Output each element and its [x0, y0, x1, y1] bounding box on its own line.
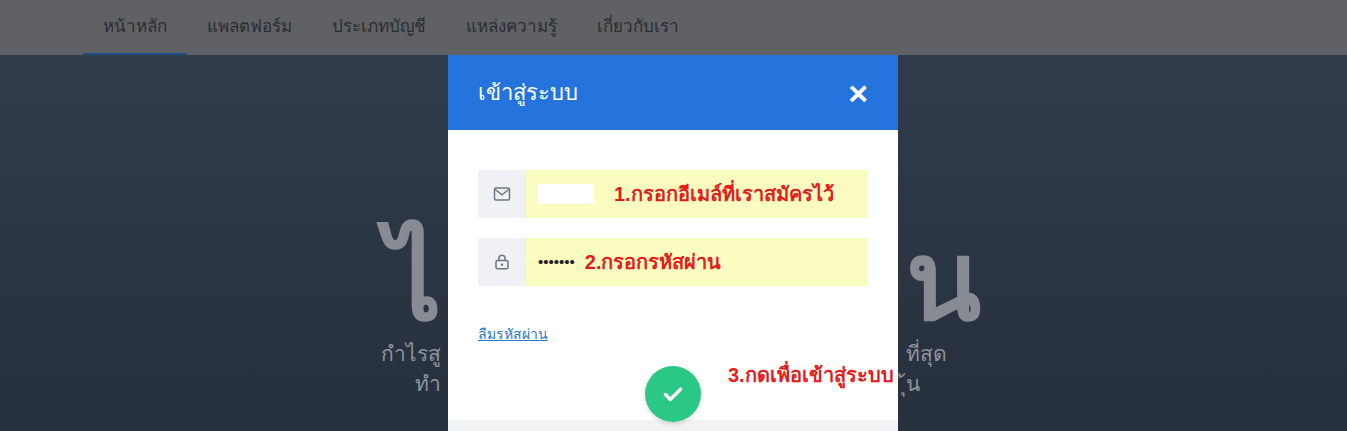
submit-wrap: 3.กดเพื่อเข้าสู่ระบบ	[645, 366, 701, 422]
modal-body: 1.กรอกอีเมล์ที่เราสมัครไว้ ••••••• 2.กรอกร…	[448, 130, 898, 420]
hero-line-right: ที่สุด	[906, 339, 1347, 369]
top-nav: หน้าหลักแพลตฟอร์มประเภทบัญชีแหล่งความรู้…	[0, 0, 1347, 55]
hero-line-left: ทำ	[0, 369, 441, 399]
password-field[interactable]: ••••••• 2.กรอกรหัสผ่าน	[478, 238, 868, 286]
page: หน้าหลักแพลตฟอร์มประเภทบัญชีแหล่งความรู้…	[0, 0, 1347, 431]
hero-line-left: กำไรสู	[0, 339, 441, 369]
annotation: 3.กดเพื่อเข้าสู่ระบบ	[728, 363, 894, 387]
hero-title-left: ไ	[0, 223, 441, 339]
password-input[interactable]: ••••••• 2.กรอกรหัสผ่าน	[526, 238, 868, 286]
submit-button[interactable]	[645, 366, 701, 422]
email-field[interactable]: 1.กรอกอีเมล์ที่เราสมัครไว้	[478, 170, 868, 218]
nav-item[interactable]: ประเภทบัญชี	[312, 0, 446, 55]
nav-item[interactable]: เกี่ยวกับเรา	[577, 0, 699, 55]
nav-item[interactable]: แพลตฟอร์ม	[187, 0, 312, 55]
forgot-password-link[interactable]: ลืมรหัสผ่าน	[478, 324, 548, 345]
email-icon-box	[478, 170, 526, 218]
login-modal: เข้าสู่ระบบ × 1.กรอกอีเมล์ที่เราสมัครไว้ ••…	[448, 55, 898, 431]
envelope-icon	[493, 185, 511, 203]
modal-header: เข้าสู่ระบบ ×	[448, 55, 898, 130]
annotation: 2.กรอกรหัสผ่าน	[585, 250, 722, 274]
redaction-box	[538, 184, 594, 204]
password-value[interactable]: •••••••	[538, 251, 575, 274]
password-icon-box	[478, 238, 526, 286]
submit-row: 3.กดเพื่อเข้าสู่ระบบ	[478, 366, 868, 422]
nav-item[interactable]: หน้าหลัก	[83, 0, 187, 55]
check-icon	[660, 381, 686, 407]
close-button[interactable]: ×	[848, 76, 868, 110]
nav-item[interactable]: แหล่งความรู้	[446, 0, 577, 55]
lock-icon	[493, 253, 511, 271]
hero-title-right: น	[906, 223, 1347, 339]
modal-title: เข้าสู่ระบบ	[478, 76, 578, 109]
email-input[interactable]: 1.กรอกอีเมล์ที่เราสมัครไว้	[526, 170, 868, 218]
annotation: 1.กรอกอีเมล์ที่เราสมัครไว้	[614, 182, 834, 206]
hero-line-right: ุ้น	[906, 369, 1347, 399]
